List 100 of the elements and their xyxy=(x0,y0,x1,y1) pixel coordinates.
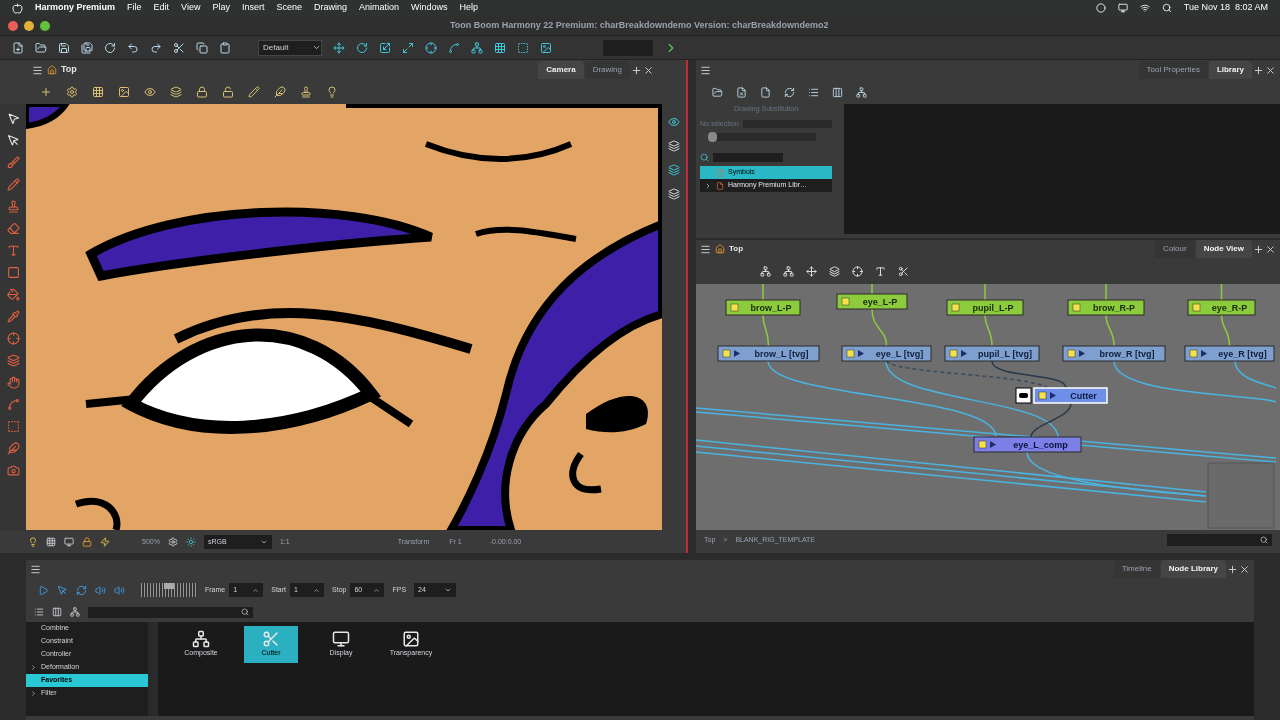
graph-node[interactable]: pupil_L [tvg] xyxy=(944,345,1040,362)
grid-icon[interactable] xyxy=(494,41,506,54)
network-icon[interactable] xyxy=(856,86,867,98)
layers-icon[interactable] xyxy=(6,354,20,367)
graph-node[interactable]: brow_L-P xyxy=(725,299,801,316)
home-icon[interactable] xyxy=(47,65,57,75)
type-icon[interactable] xyxy=(875,265,886,277)
loop-icon[interactable] xyxy=(76,584,87,596)
menu-item[interactable]: Scene xyxy=(276,1,302,15)
scissors-icon[interactable] xyxy=(173,41,185,54)
menu-item[interactable]: Edit xyxy=(153,1,170,15)
menu-item[interactable]: Insert xyxy=(241,1,265,15)
graph-node[interactable]: brow_R-P xyxy=(1067,299,1145,316)
copy-icon[interactable] xyxy=(196,41,208,54)
panel-tab[interactable]: Node Library xyxy=(1160,560,1226,578)
layers-icon[interactable] xyxy=(829,265,840,277)
lightning-icon[interactable] xyxy=(100,537,110,547)
image-icon[interactable] xyxy=(540,41,552,54)
spline-icon[interactable] xyxy=(448,41,460,54)
columns-icon[interactable] xyxy=(52,607,62,617)
text-tool-icon[interactable] xyxy=(6,244,20,257)
crosshair-icon[interactable] xyxy=(6,332,20,345)
add-icon[interactable] xyxy=(1253,64,1264,76)
search-field[interactable] xyxy=(88,606,253,618)
stamp-icon[interactable] xyxy=(300,86,312,98)
feather-icon[interactable] xyxy=(6,442,20,455)
add-icon[interactable] xyxy=(1227,563,1238,575)
spline-icon[interactable] xyxy=(6,398,20,411)
panel-tab[interactable]: Drawing xyxy=(584,61,630,79)
workspace-dropdown[interactable]: Default xyxy=(258,39,322,56)
playback-speed-slider[interactable] xyxy=(141,583,197,597)
graph-node[interactable]: eye_L_comp xyxy=(973,436,1082,453)
graph-node[interactable]: brow_R [tvg] xyxy=(1062,345,1166,362)
grid-icon[interactable] xyxy=(46,537,56,547)
layers-icon[interactable] xyxy=(170,86,182,98)
stepper-icon[interactable] xyxy=(373,586,381,594)
scale-icon[interactable] xyxy=(379,41,391,54)
rectangle-icon[interactable] xyxy=(6,266,20,279)
tree-view-icon[interactable] xyxy=(34,607,44,617)
caret-icon[interactable] xyxy=(312,43,321,52)
graph-node[interactable]: eye_R-P xyxy=(1187,299,1256,316)
panel-tab[interactable]: Timeline xyxy=(1113,560,1160,578)
close-icon[interactable] xyxy=(1265,64,1276,76)
apple-logo-icon[interactable] xyxy=(12,2,23,14)
network-icon[interactable] xyxy=(760,265,771,277)
select-arrow-icon[interactable] xyxy=(6,112,20,125)
file-icon[interactable] xyxy=(760,86,771,98)
graph-node[interactable]: pupil_L-P xyxy=(946,299,1024,316)
search-field[interactable] xyxy=(713,153,783,162)
close-icon[interactable] xyxy=(1239,563,1250,575)
breadcrumb-text[interactable]: Top xyxy=(729,243,744,255)
pointer-icon[interactable] xyxy=(6,134,20,147)
menu-item[interactable]: Animation xyxy=(359,1,400,15)
search-icon[interactable] xyxy=(700,153,709,162)
speaker-icon[interactable] xyxy=(114,584,125,596)
brush-icon[interactable] xyxy=(6,156,20,169)
settings-icon[interactable] xyxy=(66,86,78,98)
menu-icon[interactable] xyxy=(30,563,41,575)
app-name[interactable]: Harmony Premium xyxy=(35,1,116,15)
redo-icon[interactable] xyxy=(150,41,162,54)
unlock-icon[interactable] xyxy=(222,86,234,98)
menu-item[interactable]: Play xyxy=(212,1,230,15)
home-icon[interactable] xyxy=(715,244,725,254)
move-icon[interactable] xyxy=(333,41,345,54)
panel-tab[interactable]: Camera xyxy=(538,61,584,79)
menu-item[interactable]: File xyxy=(127,1,142,15)
monitor-icon[interactable] xyxy=(1117,3,1128,13)
pipette-icon[interactable] xyxy=(6,310,20,323)
save-all-icon[interactable] xyxy=(81,41,93,54)
layers-icon[interactable] xyxy=(668,188,680,200)
chevron-right-icon[interactable] xyxy=(30,664,37,671)
graph-node[interactable]: eye_R [tvg] xyxy=(1184,345,1275,362)
graph-node[interactable]: brow_L [tvg] xyxy=(717,345,820,362)
graph-node[interactable]: eye_L [tvg] xyxy=(841,345,932,362)
eye-icon[interactable] xyxy=(144,86,156,98)
save-icon[interactable] xyxy=(58,41,70,54)
play-icon[interactable] xyxy=(38,584,49,596)
search-field[interactable] xyxy=(1167,534,1272,546)
rotate-icon[interactable] xyxy=(356,41,368,54)
rotate-icon[interactable] xyxy=(104,41,116,54)
camera-icon[interactable] xyxy=(6,464,20,477)
zoom-window-button[interactable] xyxy=(40,20,50,31)
clipboard-icon[interactable] xyxy=(219,41,231,54)
folder-icon[interactable] xyxy=(35,41,47,54)
file-x-icon[interactable] xyxy=(736,86,747,98)
panel-tab[interactable]: Library xyxy=(1208,61,1252,79)
network-icon[interactable] xyxy=(70,607,80,617)
eraser-icon[interactable] xyxy=(6,222,20,235)
node-graph-canvas[interactable]: brow_L-P eye_L-P pupil_L-P brow_R-P eye_R-P brow_L [tvg] eye_L [tvg] pupil_L [tvg] brow_R [tvg] eye_R [tvg] Cutter eye_L_comp xyxy=(696,284,1280,530)
folder-icon[interactable] xyxy=(712,86,723,98)
panel-tab[interactable]: Tool Properties xyxy=(1138,61,1208,79)
clock-text[interactable]: Tue Nov 18 8:02 AM xyxy=(1183,1,1268,15)
monitor-icon[interactable] xyxy=(64,537,74,547)
panel-tab[interactable]: Colour xyxy=(1155,240,1195,258)
image-icon[interactable] xyxy=(118,86,130,98)
new-file-icon[interactable] xyxy=(12,41,24,54)
menu-icon[interactable] xyxy=(700,64,711,76)
undo-icon[interactable] xyxy=(127,41,139,54)
refresh-icon[interactable] xyxy=(784,86,795,98)
menu-item[interactable]: View xyxy=(181,1,201,15)
